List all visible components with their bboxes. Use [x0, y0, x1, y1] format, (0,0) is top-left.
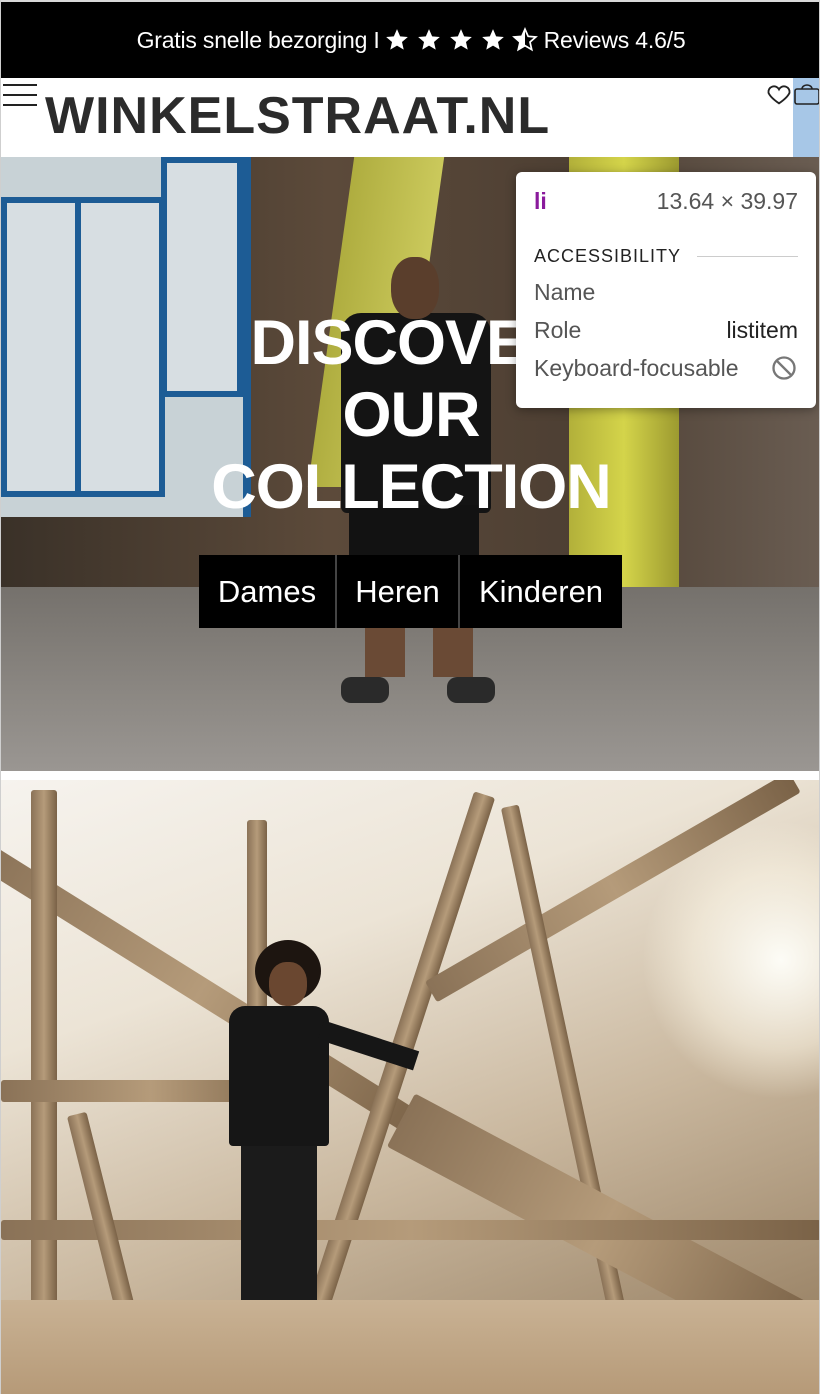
- rating-stars: [384, 27, 538, 53]
- site-header: WINKELSTRAAT.NL: [1, 78, 820, 157]
- hero-title-line: COLLECTION: [211, 452, 611, 522]
- secondary-banner: [1, 780, 819, 1394]
- inspector-key: Keyboard-focusable: [534, 354, 739, 381]
- category-link-heren[interactable]: Heren: [337, 555, 460, 628]
- star-icon: [385, 29, 408, 50]
- not-allowed-icon: [772, 356, 796, 380]
- heart-icon[interactable]: [765, 80, 793, 108]
- banner-model: [225, 940, 420, 1310]
- inspector-key: Role: [534, 316, 582, 343]
- banner-floor: [1, 1300, 819, 1394]
- category-link-dames[interactable]: Dames: [199, 555, 337, 628]
- inspector-value: listitem: [726, 316, 798, 343]
- inspector-row-name: Name: [534, 279, 798, 305]
- inspector-row-focusable: Keyboard-focusable: [534, 355, 798, 381]
- inspector-row-role: Role listitem: [534, 317, 798, 343]
- inspector-section-heading: ACCESSIBILITY: [534, 246, 798, 267]
- announcement-bar: Gratis snelle bezorging I Reviews 4.6/5: [1, 0, 819, 78]
- inspector-key: Name: [534, 278, 596, 305]
- star-icon: [417, 29, 440, 50]
- category-link-kinderen[interactable]: Kinderen: [460, 555, 622, 628]
- inspector-tag: li: [534, 187, 547, 214]
- star-icon: [481, 29, 504, 50]
- menu-icon[interactable]: [3, 84, 37, 108]
- inspector-size: 13.64 × 39.97: [656, 187, 798, 214]
- bag-icon[interactable]: [793, 82, 820, 106]
- announcement-text: Gratis snelle bezorging I: [136, 26, 380, 53]
- reviews-text: Reviews 4.6/5: [543, 26, 686, 53]
- inspector-tooltip: li 13.64 × 39.97 ACCESSIBILITY Name Role…: [516, 172, 816, 408]
- half-star-icon: [511, 27, 538, 52]
- page: Gratis snelle bezorging I Reviews 4.6/5 …: [0, 0, 820, 1394]
- star-icon: [449, 29, 472, 50]
- category-nav: Dames Heren Kinderen: [199, 555, 622, 628]
- site-logo[interactable]: WINKELSTRAAT.NL: [45, 88, 550, 144]
